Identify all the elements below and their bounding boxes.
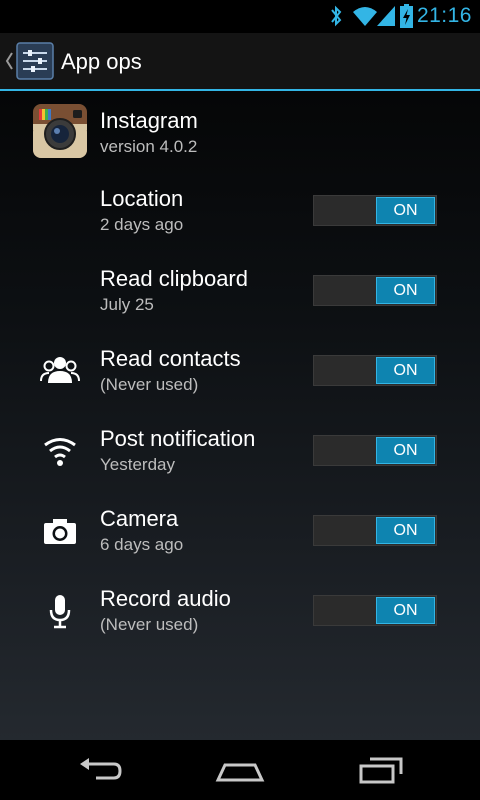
app-name: Instagram [100, 108, 198, 133]
op-last-used: (Never used) [100, 375, 199, 394]
bluetooth-icon [331, 5, 342, 27]
contacts-icon [40, 357, 80, 383]
record-audio-toggle[interactable]: ON [313, 595, 437, 626]
op-last-used: 6 days ago [100, 535, 184, 554]
back-icon[interactable] [78, 754, 122, 786]
status-time: 21:16 [416, 4, 472, 27]
settings-sliders-icon [16, 42, 54, 80]
signal-icon [377, 6, 395, 26]
read-contacts-toggle[interactable]: ON [313, 355, 437, 386]
navigation-bar [0, 740, 480, 800]
op-label: Record audio [100, 586, 231, 611]
op-last-used: Yesterday [100, 455, 175, 474]
op-last-used: 2 days ago [100, 215, 184, 234]
app-ops-screen: 21:16 App ops Instagram version 4.0.2 Lo… [0, 0, 480, 800]
camera-toggle[interactable]: ON [313, 515, 437, 546]
op-label: Read clipboard [100, 266, 248, 291]
action-bar: App ops [0, 33, 480, 91]
app-version: version 4.0.2 [100, 137, 198, 156]
status-bar: 21:16 [0, 0, 480, 33]
post-notification-toggle[interactable]: ON [313, 435, 437, 466]
op-row-record-audio: Record audio (Never used) ON [0, 571, 480, 651]
op-label: Camera [100, 506, 179, 531]
op-row-read-contacts: Read contacts (Never used) ON [0, 331, 480, 411]
camera-icon [44, 519, 76, 544]
op-label: Post notification [100, 426, 256, 451]
read-clipboard-toggle[interactable]: ON [313, 275, 437, 306]
op-row-location: Location 2 days ago ON [0, 171, 480, 251]
op-last-used: (Never used) [100, 615, 199, 634]
app-header: Instagram version 4.0.2 [0, 91, 480, 171]
op-last-used: July 25 [100, 295, 154, 314]
recent-apps-icon[interactable] [358, 754, 404, 786]
instagram-camera-icon [33, 104, 87, 158]
op-row-post-notification: Post notification Yesterday ON [0, 411, 480, 491]
page-title: App ops [61, 49, 142, 74]
toggle-on-label: ON [376, 197, 435, 224]
location-toggle[interactable]: ON [313, 195, 437, 226]
microphone-icon [49, 595, 71, 629]
home-icon[interactable] [215, 754, 265, 786]
toggle-on-label: ON [376, 277, 435, 304]
op-row-camera: Camera 6 days ago ON [0, 491, 480, 571]
toggle-on-label: ON [376, 437, 435, 464]
up-caret-icon [5, 52, 13, 70]
app-ops-content: Instagram version 4.0.2 Location 2 days … [0, 91, 480, 740]
op-label: Read contacts [100, 346, 241, 371]
battery-charging-icon [400, 4, 413, 28]
op-label: Location [100, 186, 184, 211]
notification-wifi-icon [44, 438, 76, 466]
wifi-icon [353, 7, 377, 26]
toggle-on-label: ON [376, 597, 435, 624]
toggle-on-label: ON [376, 357, 435, 384]
op-row-read-clipboard: Read clipboard July 25 ON [0, 251, 480, 331]
toggle-on-label: ON [376, 517, 435, 544]
